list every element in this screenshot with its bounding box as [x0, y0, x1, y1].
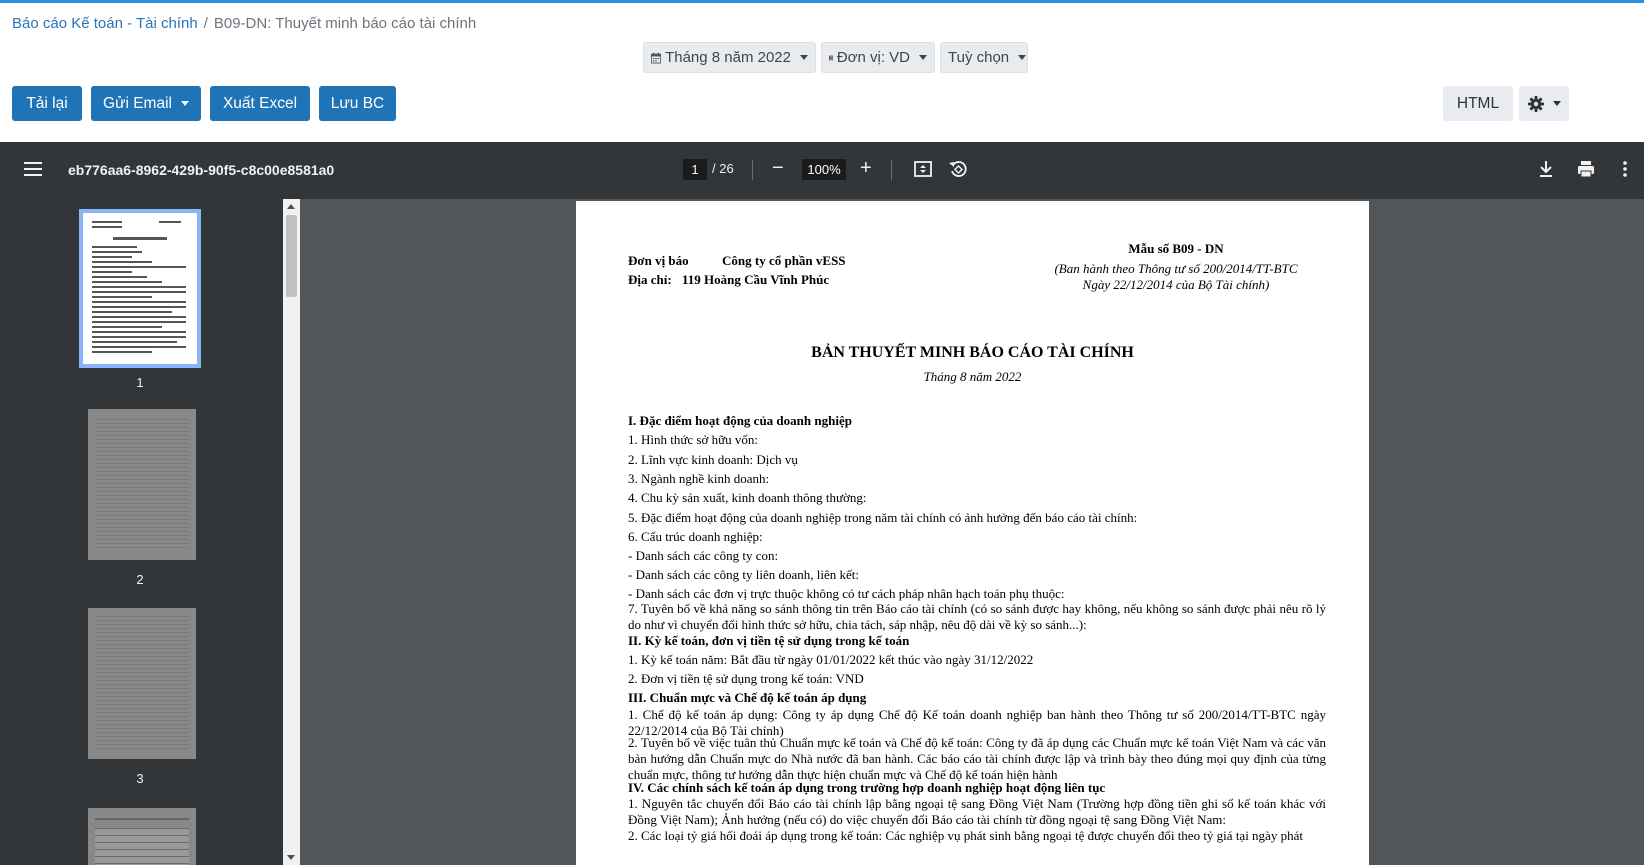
section-item: 1. Nguyên tắc chuyển đổi Báo cáo tài chí… — [628, 796, 1326, 827]
address-value: 119 Hoàng Cầu Vĩnh Phúc — [682, 272, 830, 287]
document-subtitle: Tháng 8 năm 2022 — [923, 369, 1022, 384]
unit-label: Đơn vị: VD — [836, 49, 910, 66]
zoom-level-input[interactable]: 100% — [802, 159, 846, 180]
more-options-icon[interactable] — [1614, 158, 1636, 180]
gear-icon — [1527, 95, 1544, 112]
section-item: - Danh sách các đơn vị trực thuộc không … — [628, 586, 1065, 601]
section-item: - Danh sách các công ty con: — [628, 548, 779, 563]
send-email-button[interactable]: Gửi Email — [91, 86, 201, 121]
section-heading: I. Đặc điểm hoạt động của doanh nghiệp — [628, 413, 852, 428]
unit-dropdown[interactable]: Đơn vị: VD — [821, 42, 935, 73]
section-item: 2. Các loại tỷ giá hối đoái áp dụng tron… — [628, 828, 1303, 843]
filter-bar: Tháng 8 năm 2022 Đơn vị: VD Tuỳ chọn — [0, 42, 1644, 74]
unit-label: Đơn vị báo — [628, 253, 689, 268]
calendar-icon — [651, 52, 662, 63]
section-item: - Danh sách các công ty liên doanh, liên… — [628, 567, 860, 582]
thumbnail-page-number: 1 — [136, 375, 144, 390]
thumbnail-page-number: 3 — [136, 771, 144, 786]
chevron-down-icon — [800, 55, 808, 60]
section-item: 7. Tuyên bố về khả năng so sánh thông ti… — [628, 601, 1326, 632]
page-thumbnail[interactable] — [79, 209, 201, 368]
document-title: BẢN THUYẾT MINH BÁO CÁO TÀI CHÍNH — [811, 344, 1134, 361]
pdf-page: Đơn vị báo Công ty cổ phần vESS Địa chỉ:… — [576, 201, 1369, 865]
section-item: 2. Đơn vị tiền tệ sử dụng trong kế toán:… — [628, 671, 864, 686]
html-button[interactable]: HTML — [1443, 86, 1513, 121]
scroll-up-icon[interactable] — [287, 204, 295, 209]
page-thumbnail[interactable] — [88, 409, 196, 560]
fit-page-icon[interactable] — [912, 158, 934, 180]
section-item: 6. Cấu trúc doanh nghiệp: — [628, 529, 763, 544]
pdf-document-name: eb776aa6-8962-429b-90f5-c8c00e8581a0 — [68, 162, 335, 178]
address-label: Địa chỉ: — [628, 272, 672, 287]
section-item: 1. Hình thức sở hữu vốn: — [628, 432, 759, 447]
section-item: 2. Tuyên bố về việc tuân thủ Chuẩn mực k… — [628, 735, 1326, 782]
section-item: 1. Kỳ kế toán năm: Bắt đầu từ ngày 01/01… — [628, 652, 1034, 667]
page-thumbnail[interactable] — [88, 608, 196, 759]
scrollbar-thumb[interactable] — [286, 215, 297, 297]
toolbar-divider — [752, 160, 753, 180]
breadcrumb-current: B09-DN: Thuyết minh báo cáo tài chính — [213, 15, 477, 32]
export-excel-button[interactable]: Xuất Excel — [210, 86, 310, 121]
breadcrumb: Báo cáo Kế toán - Tài chính / B09-DN: Thuy… — [12, 15, 476, 32]
rotate-icon[interactable] — [947, 158, 969, 180]
sidebar-menu-icon[interactable] — [24, 162, 42, 176]
thumbnail-page-number: 2 — [136, 572, 144, 587]
pdf-toolbar: eb776aa6-8962-429b-90f5-c8c00e8581a0 1 /… — [0, 142, 1644, 199]
options-dropdown[interactable]: Tuỳ chọn — [940, 42, 1028, 73]
top-accent-bar — [0, 0, 1644, 3]
section-item: 5. Đặc điểm hoạt động của doanh nghiệp t… — [628, 510, 1138, 525]
pdf-viewer: eb776aa6-8962-429b-90f5-c8c00e8581a0 1 /… — [0, 142, 1644, 865]
chevron-down-icon — [180, 101, 189, 106]
page-thumbnail[interactable] — [88, 808, 196, 865]
send-email-label: Gửi Email — [103, 94, 172, 112]
zoom-out-icon[interactable]: − — [772, 156, 784, 180]
building-icon — [829, 55, 833, 60]
section-item: 4. Chu kỳ sản xuất, kinh doanh thông thư… — [628, 490, 867, 505]
options-label: Tuỳ chọn — [948, 49, 1010, 66]
form-note-2: Ngày 22/12/2014 của Bộ Tài chính) — [1082, 277, 1270, 292]
breadcrumb-separator: / — [203, 15, 208, 32]
chevron-down-icon — [919, 55, 927, 60]
zoom-in-icon[interactable]: + — [860, 156, 872, 180]
form-note-1: (Ban hành theo Thông tư số 200/2014/TT-B… — [1054, 261, 1298, 276]
thumbnail-scrollbar[interactable] — [283, 199, 300, 865]
period-label: Tháng 8 năm 2022 — [665, 49, 791, 66]
chevron-down-icon — [1018, 55, 1027, 60]
reload-button[interactable]: Tải lại — [12, 86, 82, 121]
thumbnail-sidebar: 1 2 3 — [0, 199, 300, 865]
settings-button[interactable] — [1519, 86, 1569, 121]
page-number-input[interactable]: 1 — [683, 159, 707, 180]
section-heading: IV. Các chính sách kế toán áp dụng trong… — [628, 780, 1106, 795]
section-item: 3. Ngành nghề kinh doanh: — [628, 471, 770, 486]
download-icon[interactable] — [1535, 158, 1557, 180]
period-dropdown[interactable]: Tháng 8 năm 2022 — [643, 42, 816, 73]
chevron-down-icon — [1552, 101, 1561, 106]
unit-value: Công ty cổ phần vESS — [722, 253, 846, 268]
scroll-down-icon[interactable] — [287, 855, 295, 860]
toolbar-divider — [891, 160, 892, 180]
save-report-button[interactable]: Lưu BC — [319, 86, 396, 121]
page-total: / 26 — [712, 161, 734, 176]
form-number: Mẫu số B09 - DN — [1128, 241, 1224, 256]
print-icon[interactable] — [1575, 158, 1597, 180]
section-heading: III. Chuẩn mực và Chế độ kế toán áp dụng — [628, 690, 867, 705]
breadcrumb-parent-link[interactable]: Báo cáo Kế toán - Tài chính — [12, 15, 198, 32]
section-item: 2. Lĩnh vực kinh doanh: Dịch vụ — [628, 452, 798, 467]
section-heading: II. Kỳ kế toán, đơn vị tiền tệ sử dụng t… — [628, 633, 910, 648]
